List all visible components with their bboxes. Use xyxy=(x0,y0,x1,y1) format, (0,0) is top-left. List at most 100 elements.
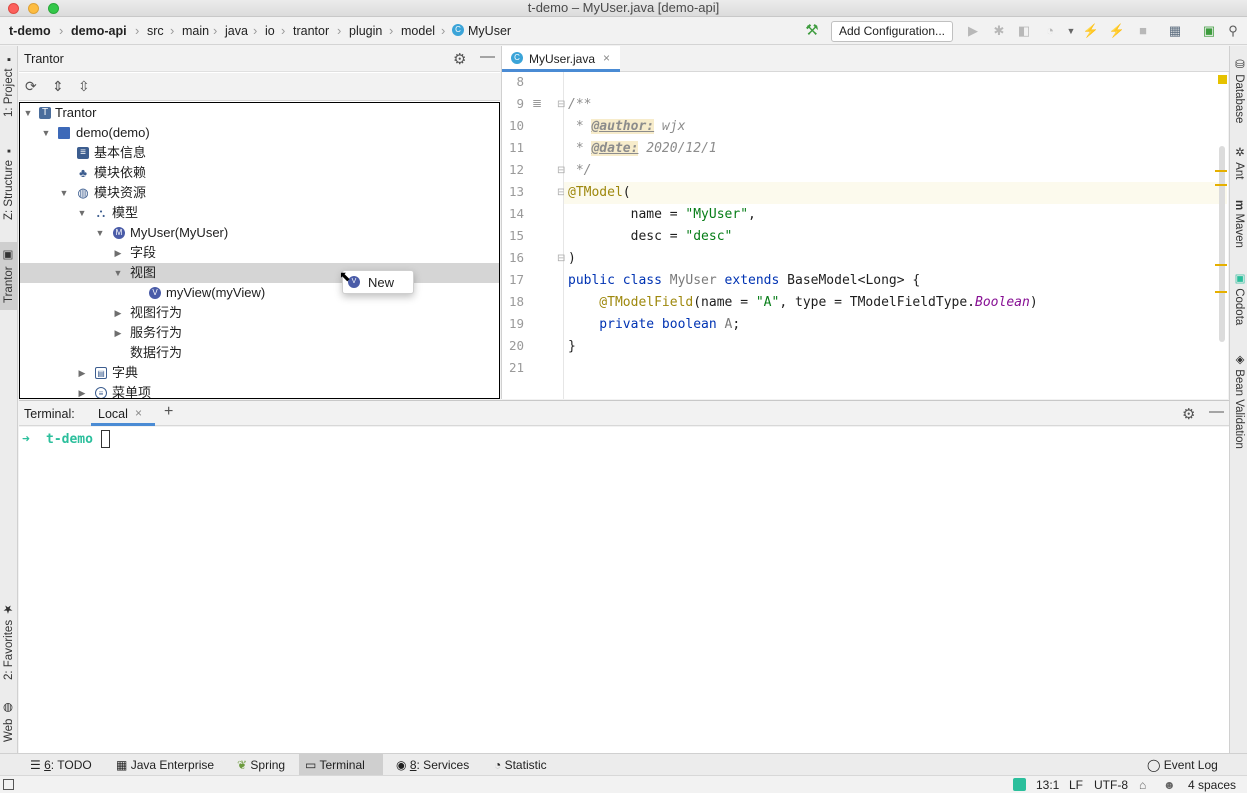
collapsed-arrow-icon[interactable]: ▶ xyxy=(77,383,87,398)
tool-window-web[interactable]: Web ◍ xyxy=(0,698,18,746)
codota-status-icon[interactable] xyxy=(1013,778,1026,791)
tool-tab-todo[interactable]: ☰ 6: TODO xyxy=(24,754,98,776)
editor-scrollbar[interactable] xyxy=(1219,146,1225,342)
code-line-19[interactable]: private boolean A; xyxy=(568,317,740,332)
tool-window-bean-validation[interactable]: ◈ Bean Validation xyxy=(1230,348,1247,452)
breadcrumb-java[interactable]: java xyxy=(225,24,248,38)
tool-tab-event-log[interactable]: ◯ Event Log xyxy=(1141,754,1224,776)
gear-icon[interactable]: ⚙ xyxy=(453,50,466,68)
editor-tab-myuser[interactable]: C MyUser.java × xyxy=(502,46,620,72)
tool-tab-terminal[interactable]: ▭ Terminal xyxy=(299,754,383,776)
expanded-arrow-icon[interactable]: ▼ xyxy=(59,183,69,203)
warning-marker-icon[interactable] xyxy=(1218,75,1227,84)
scroll-marker[interactable] xyxy=(1215,170,1227,172)
search-everywhere-icon[interactable]: ⚲ xyxy=(1224,22,1242,40)
scroll-marker[interactable] xyxy=(1215,291,1227,293)
collapse-all-icon[interactable]: ⇳ xyxy=(78,78,90,95)
scroll-marker[interactable] xyxy=(1215,264,1227,266)
terminal-tab-local[interactable]: Local × xyxy=(91,401,155,426)
breadcrumb-plugin[interactable]: plugin xyxy=(349,24,382,38)
documentation-icon[interactable]: ≣ xyxy=(532,96,542,110)
breadcrumb-model[interactable]: model xyxy=(401,24,435,38)
code-line-16[interactable]: ) xyxy=(568,251,576,266)
scroll-marker[interactable] xyxy=(1215,184,1227,186)
tool-tab-java-enterprise[interactable]: ▦ Java Enterprise xyxy=(110,754,220,776)
tool-window-ant[interactable]: ✲ Ant xyxy=(1230,142,1247,182)
stop-icon[interactable]: ■ xyxy=(1134,22,1152,40)
minimize-window-button[interactable] xyxy=(28,3,39,14)
code-line-17[interactable]: public class MyUser extends BaseModel<Lo… xyxy=(568,273,920,288)
coverage-icon[interactable]: ◧ xyxy=(1015,22,1033,40)
tree-node-service-actions[interactable]: ▶ 服务行为 xyxy=(20,323,499,343)
breadcrumb-io[interactable]: io xyxy=(265,24,275,38)
code-line-11[interactable]: * @date: 2020/12/1 xyxy=(568,141,717,156)
project-structure-icon[interactable]: ▦ xyxy=(1166,22,1184,40)
build-hammer-icon[interactable]: ⚒ xyxy=(803,22,821,40)
tool-window-maven[interactable]: m Maven xyxy=(1230,196,1247,252)
gear-icon[interactable]: ⚙ xyxy=(1182,405,1195,423)
hide-panel-icon[interactable]: — xyxy=(1209,403,1224,420)
fold-icon[interactable]: ⊟ xyxy=(557,253,565,264)
code-line-15[interactable]: desc = "desc" xyxy=(568,229,733,244)
tree-node-demo[interactable]: ▼ demo(demo) xyxy=(20,123,499,143)
new-terminal-plus-icon[interactable]: + xyxy=(164,403,173,421)
maximize-window-button[interactable] xyxy=(48,3,59,14)
collapsed-arrow-icon[interactable]: ▶ xyxy=(113,243,123,263)
breadcrumb-trantor[interactable]: trantor xyxy=(293,24,329,38)
add-configuration-button[interactable]: Add Configuration... xyxy=(831,21,953,42)
code-line-20[interactable]: } xyxy=(568,339,576,354)
collapsed-arrow-icon[interactable]: ▶ xyxy=(113,303,123,323)
expanded-arrow-icon[interactable]: ▼ xyxy=(77,203,87,223)
caret-position[interactable]: 13:1 xyxy=(1036,778,1059,792)
profile-icon[interactable]: ◔ xyxy=(1041,22,1059,40)
tree-node-basic-info[interactable]: ≡ 基本信息 xyxy=(20,143,499,163)
tree-node-myview[interactable]: V myView(myView) xyxy=(20,283,499,303)
expanded-arrow-icon[interactable]: ▼ xyxy=(95,223,105,243)
tool-window-database[interactable]: ⛁ Database xyxy=(1230,54,1247,126)
tool-window-structure[interactable]: Z: Structure ▪ xyxy=(0,140,18,224)
chevron-down-icon[interactable]: ▼ xyxy=(1062,22,1080,40)
collapsed-arrow-icon[interactable]: ▶ xyxy=(113,323,123,343)
code-line-13[interactable]: @TModel( xyxy=(568,185,631,200)
breadcrumb-myuser[interactable]: MyUser xyxy=(468,24,511,38)
refresh-icon[interactable]: ⟳ xyxy=(25,78,37,95)
tool-window-codota[interactable]: ▣ Codota xyxy=(1230,268,1247,328)
rebuild-icon[interactable]: ⚡ xyxy=(1108,22,1126,40)
code-line-9[interactable]: /** xyxy=(568,97,591,112)
expand-all-icon[interactable]: ⇕ xyxy=(52,78,64,95)
expanded-arrow-icon[interactable]: ▼ xyxy=(113,263,123,283)
tree-node-menu-items[interactable]: ▶ ≡ 菜单项 xyxy=(20,383,499,398)
fold-icon[interactable]: ⊟ xyxy=(557,99,565,110)
tree-node-myuser[interactable]: ▼ M MyUser(MyUser) xyxy=(20,223,499,243)
close-tab-icon[interactable]: × xyxy=(135,406,142,420)
toggle-tool-windows-icon[interactable] xyxy=(3,779,14,790)
inspector-icon[interactable]: ☻ xyxy=(1163,778,1176,792)
tree-node-fields[interactable]: ▶ 字段 xyxy=(20,243,499,263)
breadcrumb-t-demo[interactable]: t-demo xyxy=(9,24,51,38)
breadcrumb-demo-api[interactable]: demo-api xyxy=(71,24,127,38)
tree-node-module-deps[interactable]: ♣ 模块依赖 xyxy=(20,163,499,183)
tool-window-favorites[interactable]: 2: Favorites ★ xyxy=(0,596,18,686)
code-line-18[interactable]: @TModelField(name = "A", type = TModelFi… xyxy=(568,295,1037,310)
tool-tab-spring[interactable]: ❦ Spring xyxy=(231,754,291,776)
run-icon[interactable]: ▶ xyxy=(964,22,982,40)
line-separator[interactable]: LF xyxy=(1069,778,1083,792)
popup-item-new[interactable]: V New xyxy=(345,273,411,291)
expanded-arrow-icon[interactable]: ▼ xyxy=(41,123,51,143)
fold-icon[interactable]: ⊟ xyxy=(557,165,565,176)
tree-node-views[interactable]: ▼ 视图 xyxy=(20,263,499,283)
file-encoding[interactable]: UTF-8 xyxy=(1094,778,1128,792)
tree-node-models[interactable]: ▼ ⛬ 模型 xyxy=(20,203,499,223)
code-line-14[interactable]: name = "MyUser", xyxy=(568,207,756,222)
code-line-10[interactable]: * @author: wjx xyxy=(568,119,685,134)
tree-node-data-actions[interactable]: 数据行为 xyxy=(20,343,499,363)
terminal-body[interactable]: ➜ t-demo xyxy=(19,427,1229,753)
code-line-12[interactable]: */ xyxy=(568,163,592,178)
tree-node-view-actions[interactable]: ▶ 视图行为 xyxy=(20,303,499,323)
tree-node-module-resources[interactable]: ▼ ◍ 模块资源 xyxy=(20,183,499,203)
tool-window-trantor[interactable]: Trantor ▣ xyxy=(0,242,18,310)
breadcrumb-src[interactable]: src xyxy=(147,24,164,38)
run-anything-icon[interactable]: ▣ xyxy=(1200,22,1218,40)
tree-node-trantor[interactable]: ▼ T Trantor xyxy=(20,103,499,123)
tool-tab-services[interactable]: ◉ 8: Services xyxy=(390,754,475,776)
